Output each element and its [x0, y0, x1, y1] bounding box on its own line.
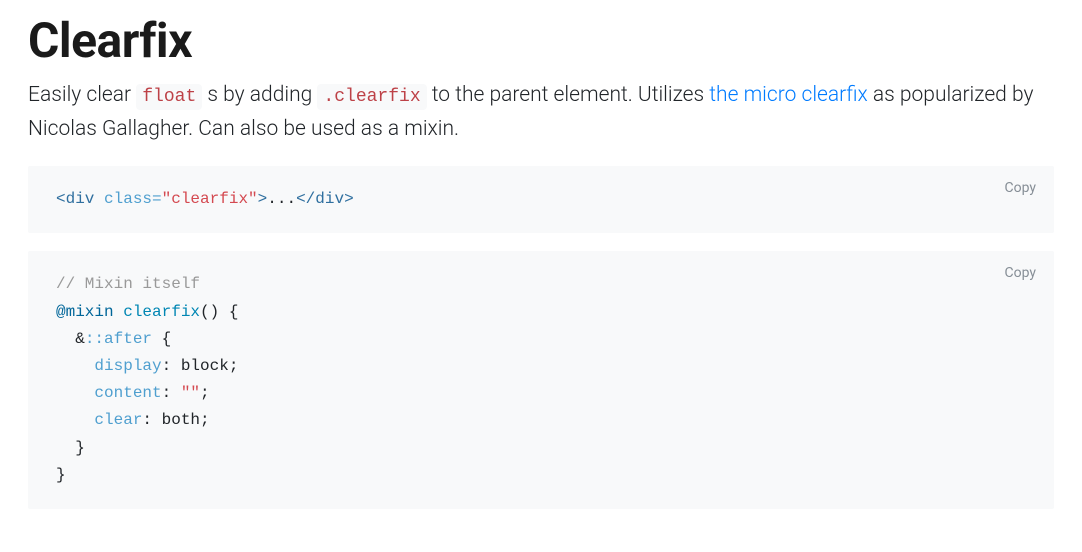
lead-text: Easily clear	[28, 83, 136, 107]
code-scss: // Mixin itself @mixin clearfix() { &::a…	[56, 271, 1026, 489]
code-punct: : both;	[142, 411, 209, 429]
lead-paragraph: Easily clear float s by adding .clearfix…	[28, 79, 1054, 146]
code-punct: () {	[200, 303, 238, 321]
inline-code-float: float	[136, 84, 202, 110]
code-punct: ;	[200, 384, 210, 402]
micro-clearfix-link[interactable]: the micro clearfix	[709, 83, 867, 107]
copy-button[interactable]: Copy	[1004, 265, 1036, 281]
code-punct: }	[56, 466, 66, 484]
code-indent	[56, 357, 94, 375]
code-indent	[56, 384, 94, 402]
code-punct: :	[162, 384, 181, 402]
inline-code-clearfix: .clearfix	[317, 84, 426, 110]
code-pseudo: ::after	[85, 330, 162, 348]
code-tag: </div>	[296, 190, 354, 208]
code-prop: content	[94, 384, 161, 402]
code-keyword: @mixin	[56, 303, 123, 321]
copy-button[interactable]: Copy	[1004, 180, 1036, 196]
code-html: <div class="clearfix">...</div>	[56, 186, 1026, 213]
code-prop: display	[94, 357, 161, 375]
code-string: ""	[181, 384, 200, 402]
code-tag: >	[258, 190, 268, 208]
code-punct: {	[162, 330, 172, 348]
code-block-scss: Copy // Mixin itself @mixin clearfix() {…	[28, 251, 1054, 509]
code-block-html: Copy <div class="clearfix">...</div>	[28, 166, 1054, 233]
code-prop: clear	[94, 411, 142, 429]
lead-text: to the parent element. Utilizes	[427, 83, 710, 107]
code-name: clearfix	[123, 303, 200, 321]
code-punct: : block;	[162, 357, 239, 375]
code-string: "clearfix"	[162, 190, 258, 208]
code-punct: }	[56, 439, 85, 457]
code-indent	[56, 411, 94, 429]
lead-text: s by adding	[202, 83, 317, 107]
code-punct: &	[56, 330, 85, 348]
code-text: ...	[267, 190, 296, 208]
code-tag: <div	[56, 190, 104, 208]
code-comment: // Mixin itself	[56, 275, 200, 293]
page-title: Clearfix	[28, 12, 1054, 69]
code-attr: class=	[104, 190, 162, 208]
